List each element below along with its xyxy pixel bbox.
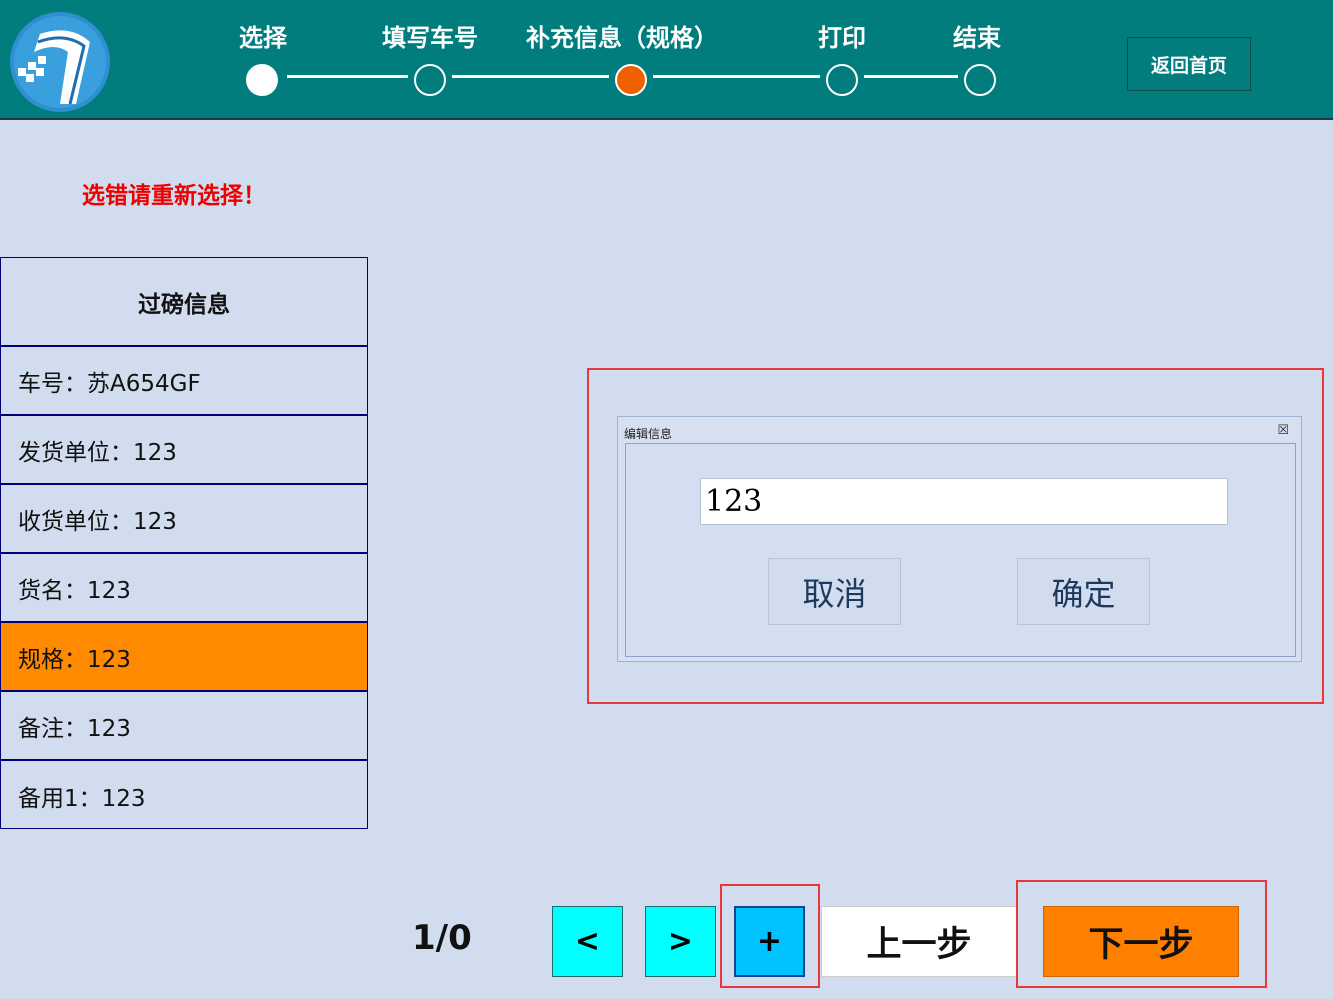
reselect-warning-text: 选错请重新选择！	[82, 183, 266, 209]
step-indicator-pending	[414, 64, 446, 96]
next-step-button[interactable]: 下一步	[1043, 906, 1239, 977]
step-label-fill-plate: 填写车号	[382, 24, 478, 52]
step-connector-line	[452, 75, 609, 78]
confirm-button[interactable]: 确定	[1017, 558, 1150, 625]
info-row-plate-number[interactable]: 车号：苏A654GF	[1, 347, 367, 416]
dialog-title: 编辑信息	[624, 427, 673, 441]
top-header-bar: 选择 填写车号 补充信息（规格） 打印 结束 返回首页	[0, 0, 1333, 120]
previous-step-button[interactable]: 上一步	[821, 906, 1017, 977]
edit-info-dialog: 编辑信息 ☒ 取消 确定	[617, 416, 1302, 662]
info-row-receiver[interactable]: 收货单位：123	[1, 485, 367, 554]
step-label-select: 选择	[239, 24, 287, 52]
previous-page-button[interactable]: <	[552, 906, 623, 977]
step-indicator-active	[615, 64, 647, 96]
step-connector-line	[653, 75, 820, 78]
weighing-info-panel: 过磅信息 车号：苏A654GF 发货单位：123 收货单位：123 货名：123…	[0, 257, 368, 829]
step-connector-line	[864, 75, 958, 78]
add-button[interactable]: +	[734, 906, 805, 977]
step-label-finish: 结束	[953, 24, 1001, 52]
step-indicator-done	[246, 64, 278, 96]
step-label-supplement-info: 补充信息（规格）	[526, 24, 718, 52]
app-logo-icon	[10, 12, 110, 112]
page-indicator: 1/0	[412, 918, 472, 958]
close-icon[interactable]: ☒	[1277, 423, 1289, 439]
info-row-remark[interactable]: 备注：123	[1, 692, 367, 761]
info-row-shipper[interactable]: 发货单位：123	[1, 416, 367, 485]
weighing-info-title: 过磅信息	[1, 258, 367, 347]
info-row-specification[interactable]: 规格：123	[1, 623, 367, 692]
return-home-button[interactable]: 返回首页	[1127, 37, 1251, 91]
step-label-print: 打印	[818, 24, 866, 52]
step-connector-line	[287, 75, 408, 78]
edit-value-input[interactable]	[700, 478, 1228, 525]
info-row-spare-1[interactable]: 备用1：123	[1, 761, 367, 830]
cancel-button[interactable]: 取消	[768, 558, 901, 625]
dialog-content-area: 取消 确定	[625, 443, 1296, 657]
info-row-goods-name[interactable]: 货名：123	[1, 554, 367, 623]
next-page-button[interactable]: >	[645, 906, 716, 977]
step-indicator-pending	[826, 64, 858, 96]
step-indicator-pending	[964, 64, 996, 96]
